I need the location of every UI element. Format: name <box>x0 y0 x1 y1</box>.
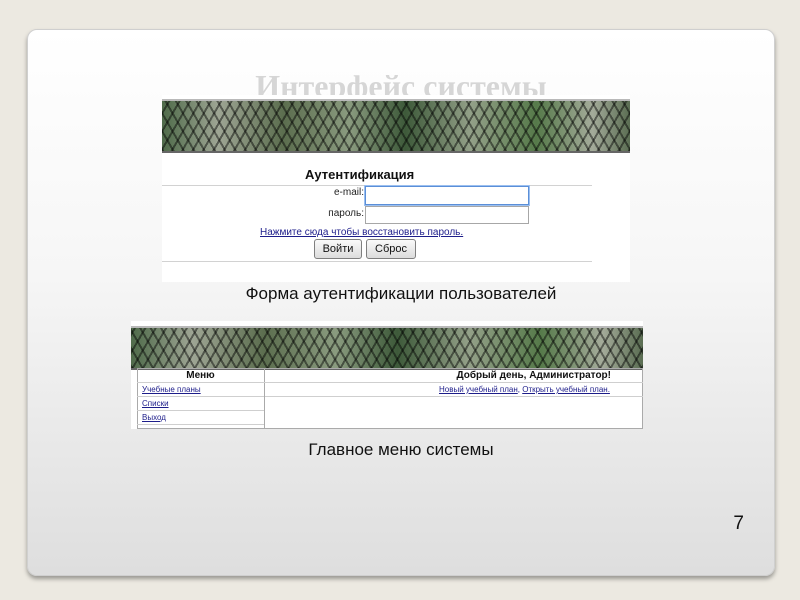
main-menu-screenshot: Меню Добрый день, Администратор! Учебные… <box>131 321 643 429</box>
auth-screenshot: Аутентификация e-mail: пароль: Нажмите с… <box>162 95 630 282</box>
login-button[interactable]: Войти <box>314 239 362 259</box>
divider <box>137 396 264 397</box>
open-plan-link[interactable]: Открыть учебный план. <box>522 385 610 394</box>
slide: Интерфейс системы Аутентификация e-mail:… <box>27 29 775 576</box>
divider <box>137 410 264 411</box>
menu-heading: Меню <box>186 370 215 381</box>
action-links: Новый учебный план, Открыть учебный план… <box>439 385 610 394</box>
divider <box>137 424 264 425</box>
main-menu-caption: Главное меню системы <box>308 440 494 459</box>
divider <box>137 382 643 383</box>
new-plan-link[interactable]: Новый учебный план <box>439 385 518 394</box>
divider <box>265 396 643 397</box>
menu-item-lists[interactable]: Списки <box>142 399 169 408</box>
auth-heading: Аутентификация <box>305 167 415 182</box>
recover-password-link[interactable]: Нажмите сюда чтобы восстановить пароль. <box>260 227 463 238</box>
page-number: 7 <box>733 513 744 534</box>
menu-item-study-plans[interactable]: Учебные планы <box>142 385 201 394</box>
password-label: пароль: <box>328 208 364 219</box>
reset-button[interactable]: Сброс <box>366 239 416 259</box>
divider <box>162 261 592 262</box>
greeting: Добрый день, Администратор! <box>456 370 611 381</box>
auth-caption: Форма аутентификации пользователей <box>245 284 557 303</box>
column-divider <box>264 368 265 429</box>
header-banner-image <box>162 99 630 153</box>
menu-item-exit[interactable]: Выход <box>142 413 166 422</box>
email-label: e-mail: <box>333 187 364 198</box>
header-banner-image <box>131 326 643 370</box>
email-field[interactable] <box>365 186 529 205</box>
password-field[interactable] <box>365 206 529 224</box>
